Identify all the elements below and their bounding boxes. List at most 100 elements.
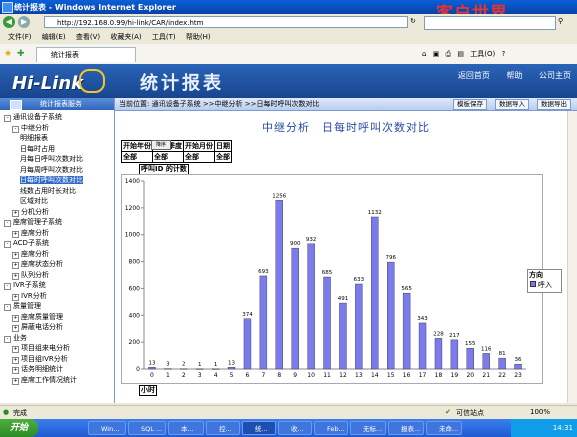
sidebar-item[interactable]: + 座席状态分析: [0, 259, 114, 270]
filter-header-year[interactable]: 开始年份: [121, 140, 153, 152]
sidebar-item[interactable]: 日每时呼叫次数对比: [0, 175, 114, 186]
add-favorites-icon[interactable]: ✚: [17, 49, 25, 59]
export-button[interactable]: 数据导出: [537, 99, 571, 110]
menu-help[interactable]: 帮助(H): [186, 33, 211, 41]
bar: [243, 318, 252, 370]
back-button[interactable]: ◀: [3, 16, 15, 28]
expand-icon[interactable]: +: [12, 367, 19, 374]
sidebar-item[interactable]: 区域对比: [0, 196, 114, 207]
sidebar-item[interactable]: 月每周呼叫次数对比: [0, 165, 114, 176]
expand-icon[interactable]: +: [12, 377, 19, 385]
sidebar-item[interactable]: + 项目组来电分析: [0, 343, 114, 354]
data-label: 1: [214, 362, 218, 368]
sidebar-item[interactable]: - 业务: [0, 333, 114, 344]
feeds-icon[interactable]: ▣: [433, 50, 440, 58]
collapse-icon[interactable]: -: [4, 241, 11, 248]
home-icon[interactable]: ⌂: [422, 50, 426, 58]
collapse-icon[interactable]: -: [4, 283, 11, 290]
search-input[interactable]: [424, 16, 556, 30]
sidebar-item[interactable]: + 座席分析: [0, 249, 114, 260]
link-home[interactable]: 返回首页: [458, 71, 490, 80]
expand-icon[interactable]: +: [12, 209, 19, 217]
sidebar-item[interactable]: 明细报表: [0, 133, 114, 144]
sidebar-item[interactable]: + 话务明细统计: [0, 364, 114, 375]
taskbar-item[interactable]: 未命...: [426, 421, 462, 435]
filter-value-date[interactable]: 全部: [214, 151, 232, 163]
sidebar-item[interactable]: - 通讯设备子系统: [0, 112, 114, 123]
sidebar-item[interactable]: + 座席质量管理: [0, 312, 114, 323]
data-label: 81: [499, 351, 506, 357]
sidebar-item[interactable]: + 项目组IVR分析: [0, 354, 114, 365]
favorites-star-icon[interactable]: ★: [4, 49, 12, 59]
collapse-icon[interactable]: -: [4, 304, 11, 311]
menu-edit[interactable]: 编辑(E): [42, 33, 66, 41]
taskbar-item[interactable]: 无标...: [350, 421, 386, 435]
sidebar-item[interactable]: - 质量管理: [0, 301, 114, 312]
filter-value-month[interactable]: 全部: [183, 151, 215, 163]
collapse-icon[interactable]: -: [4, 115, 11, 122]
help-icon[interactable]: ?: [501, 50, 505, 58]
address-input[interactable]: http://192.168.0.99/hi-link/CAR/index.ht…: [44, 16, 408, 28]
sidebar-item[interactable]: 日每时占用: [0, 144, 114, 155]
sidebar-item[interactable]: - 中继分析: [0, 123, 114, 134]
tools-menu[interactable]: 工具(O): [470, 50, 495, 58]
sidebar-item[interactable]: + 座席工作情况统计: [0, 375, 114, 386]
expand-icon[interactable]: +: [12, 325, 19, 332]
taskbar-item[interactable]: 收...: [278, 421, 312, 435]
search-icon[interactable]: ⚲: [558, 17, 563, 25]
taskbar-item[interactable]: Feb...: [314, 421, 348, 435]
sidebar-item[interactable]: + IVR分析: [0, 291, 114, 302]
link-company[interactable]: 公司主页: [539, 71, 571, 80]
data-label: 3: [166, 362, 170, 368]
taskbar-item[interactable]: 控...: [206, 421, 240, 435]
taskbar-item-active[interactable]: 统...: [242, 421, 276, 435]
page-menu-icon[interactable]: ▤: [457, 50, 464, 58]
collapse-icon[interactable]: -: [12, 125, 19, 133]
tab-report[interactable]: 统计报表: [36, 47, 136, 62]
menu-favorites[interactable]: 收藏夹(A): [110, 33, 141, 41]
filter-header-month[interactable]: 开始月份: [183, 140, 215, 152]
filter-value-year[interactable]: 全部: [121, 151, 153, 163]
zoom-level[interactable]: 100%: [530, 408, 550, 416]
sidebar-item-label: 队列分析: [21, 270, 49, 279]
collapse-icon[interactable]: -: [4, 220, 11, 227]
expand-icon[interactable]: +: [12, 346, 19, 353]
expand-icon[interactable]: +: [12, 262, 19, 269]
taskbar-item[interactable]: 本...: [168, 421, 204, 435]
sidebar-item[interactable]: - IVR子系统: [0, 280, 114, 291]
expand-icon[interactable]: +: [12, 356, 19, 364]
sidebar-item[interactable]: + 座席分析: [0, 228, 114, 239]
sidebar-item[interactable]: 月每日呼叫次数对比: [0, 154, 114, 165]
menu-file[interactable]: 文件(F): [8, 33, 32, 41]
taskbar-item[interactable]: Win...: [88, 421, 126, 435]
expand-icon[interactable]: +: [12, 293, 19, 301]
forward-button[interactable]: ▶: [18, 16, 30, 28]
save-template-button[interactable]: 模板保存: [453, 99, 487, 110]
filter-value-quarter[interactable]: 全部: [152, 151, 184, 163]
sidebar-item[interactable]: + 队列分析: [0, 270, 114, 281]
bar: [211, 368, 220, 370]
menu-view[interactable]: 查看(V): [76, 33, 100, 41]
sidebar-item[interactable]: - 座席管理子系统: [0, 217, 114, 228]
data-label: 13: [148, 360, 155, 366]
print-icon[interactable]: ⎙: [446, 50, 452, 58]
import-button[interactable]: 数据导入: [495, 99, 529, 110]
expand-icon[interactable]: +: [12, 314, 19, 322]
expand-icon[interactable]: +: [12, 272, 19, 280]
sidebar-item[interactable]: 线数占用时长对比: [0, 186, 114, 197]
sidebar-item[interactable]: - ACD子系统: [0, 238, 114, 249]
taskbar-item[interactable]: 报表...: [388, 421, 424, 435]
vertical-scrollbar[interactable]: [567, 111, 577, 403]
filter-header-date[interactable]: 日期: [214, 140, 232, 152]
taskbar-item[interactable]: SQL ...: [128, 421, 166, 435]
link-help[interactable]: 帮助: [506, 71, 522, 80]
expand-icon[interactable]: +: [12, 230, 19, 238]
start-button[interactable]: 开始: [0, 419, 38, 437]
expand-icon[interactable]: +: [12, 251, 19, 259]
sidebar-item[interactable]: + 分机分析: [0, 207, 114, 218]
sidebar-item[interactable]: + 屏蔽电话分析: [0, 322, 114, 333]
collapse-icon[interactable]: -: [4, 335, 11, 343]
refresh-icon[interactable]: ↻: [410, 17, 416, 25]
sort-dropdown[interactable]: 降序: [151, 140, 171, 150]
menu-tools[interactable]: 工具(T): [152, 33, 176, 41]
